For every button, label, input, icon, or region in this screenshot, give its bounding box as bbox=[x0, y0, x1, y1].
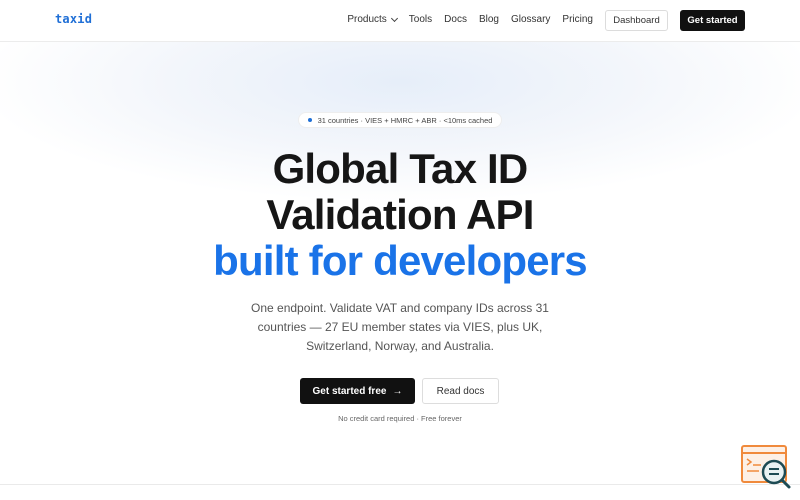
get-started-free-button[interactable]: Get started free → bbox=[300, 378, 415, 404]
headline-line-3: built for developers bbox=[213, 237, 588, 284]
nav-item-products[interactable]: Products bbox=[347, 14, 398, 25]
arrow-right-icon: → bbox=[392, 385, 403, 397]
dashboard-button[interactable]: Dashboard bbox=[605, 10, 668, 31]
nav-label: Products bbox=[347, 14, 387, 25]
logo[interactable]: taxid bbox=[55, 12, 92, 26]
headline-line-2: Validation API bbox=[266, 191, 534, 238]
nav-item-glossary[interactable]: Glossary bbox=[511, 14, 550, 25]
nav-item-blog[interactable]: Blog bbox=[479, 14, 499, 25]
chevron-down-icon bbox=[390, 14, 398, 22]
section-divider bbox=[0, 484, 800, 485]
nav-item-pricing[interactable]: Pricing bbox=[562, 14, 593, 25]
site-header: taxid Products Tools Docs Blog Glossary … bbox=[0, 0, 800, 42]
hero-badge: 31 countries · VIES + HMRC + ABR · <10ms… bbox=[298, 112, 502, 128]
hero-subtitle: One endpoint. Validate VAT and company I… bbox=[251, 301, 549, 353]
headline-line-1: Global Tax ID bbox=[272, 145, 529, 192]
nav-item-docs[interactable]: Docs bbox=[444, 14, 467, 25]
status-dot-icon bbox=[307, 118, 312, 122]
page: taxid Products Tools Docs Blog Glossary … bbox=[0, 0, 800, 500]
header-get-started-button[interactable]: Get started bbox=[680, 10, 745, 31]
primary-cta-label: Get started free bbox=[312, 385, 387, 397]
terminal-search-icon[interactable] bbox=[740, 444, 792, 490]
hero-note: No credit card required · Free forever bbox=[338, 414, 462, 423]
nav-item-tools[interactable]: Tools bbox=[409, 14, 432, 25]
main-nav: Products Tools Docs Blog Glossary Pricin… bbox=[347, 14, 593, 25]
hero-headline: Global Tax ID Validation API built for d… bbox=[0, 146, 800, 284]
badge-text: 31 countries · VIES + HMRC + ABR · <10ms… bbox=[317, 115, 493, 125]
read-docs-button[interactable]: Read docs bbox=[422, 378, 499, 404]
